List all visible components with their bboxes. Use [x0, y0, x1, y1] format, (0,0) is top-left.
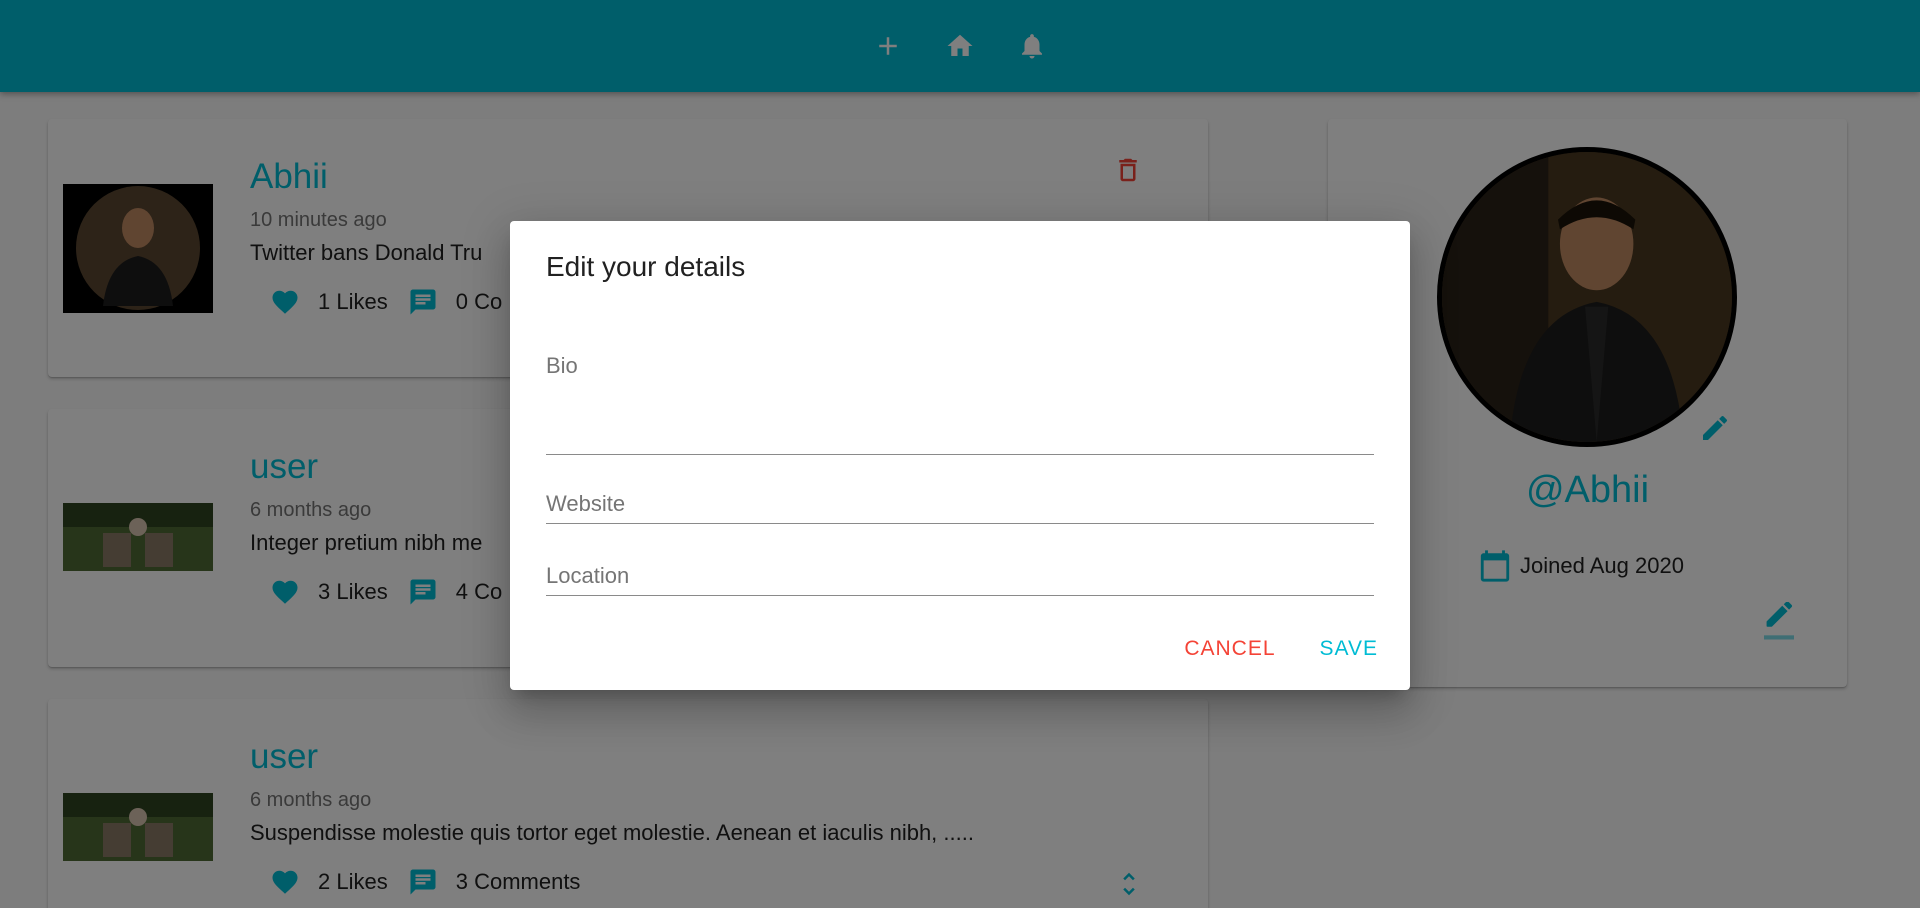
website-field [546, 485, 1374, 524]
website-input[interactable] [546, 485, 1374, 524]
dialog-title: Edit your details [546, 251, 746, 282]
save-button[interactable]: SAVE [1320, 637, 1378, 661]
cancel-button[interactable]: CANCEL [1184, 637, 1275, 661]
bio-field: Bio [546, 353, 1374, 455]
bio-input[interactable] [546, 409, 1374, 455]
dialog-actions: CANCEL SAVE [1184, 637, 1378, 661]
edit-details-dialog: Edit your details Bio CANCEL SAVE [510, 221, 1410, 690]
location-field [546, 557, 1374, 596]
bio-label: Bio [546, 353, 578, 378]
location-input[interactable] [546, 557, 1374, 596]
